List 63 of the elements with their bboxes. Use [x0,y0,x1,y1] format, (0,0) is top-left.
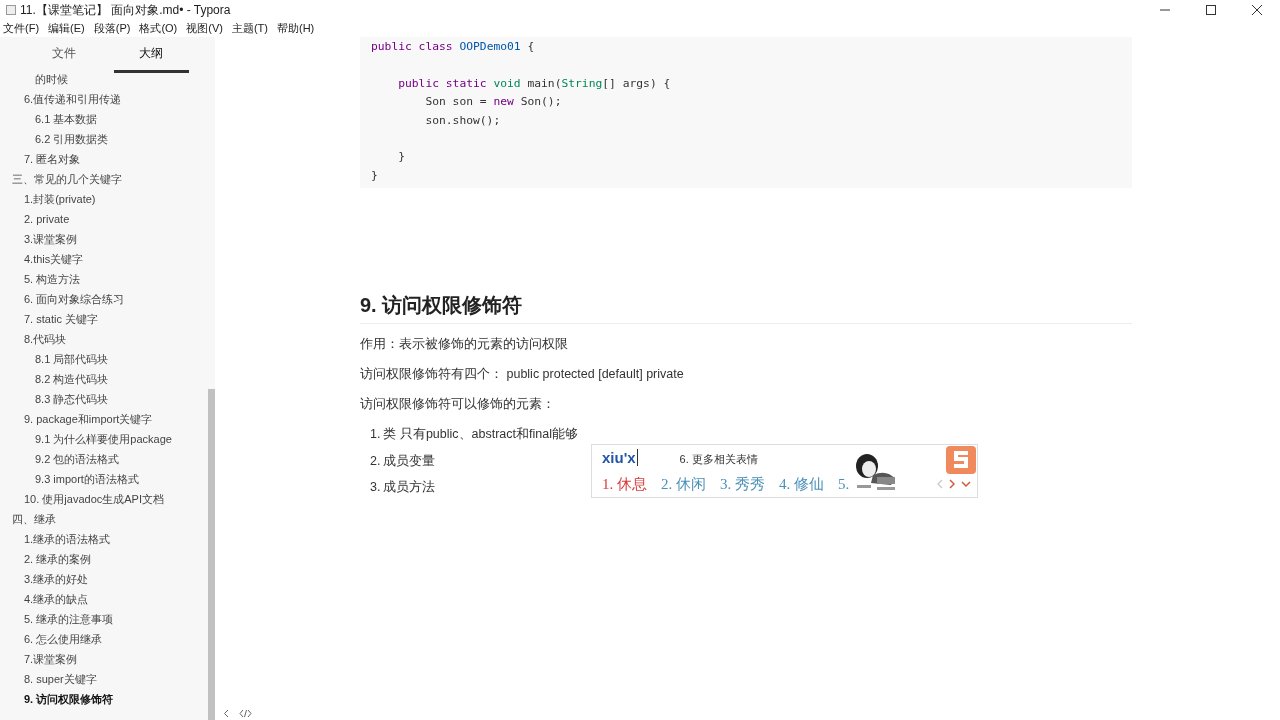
menu-item[interactable]: 主题(T) [231,21,268,36]
list-number: 2. [370,452,381,470]
outline-item[interactable]: 3.继承的好处 [0,569,206,589]
outline-item[interactable]: 9. 访问权限修饰符 [0,689,206,709]
ime-candidate[interactable]: 1. 休息 [602,475,647,494]
paragraph: 访问权限修饰符有四个： public protected [default] private [360,367,684,381]
outline-item[interactable]: 7. 匿名对象 [0,149,206,169]
list-item: 成员变量 [383,452,436,470]
chevron-down-icon[interactable] [961,479,971,489]
outline-item[interactable]: 四、继承 [0,509,206,529]
paragraph: 作用：表示被修饰的元素的访问权限 [360,337,568,351]
list-number: 3. [370,479,381,496]
outline-item[interactable]: 6.值传递和引用传递 [0,89,206,109]
menu-item[interactable]: 段落(P) [93,21,131,36]
outline-item[interactable]: 7.课堂案例 [0,649,206,669]
outline-item[interactable]: 9.3 import的语法格式 [0,469,206,489]
outline-item[interactable]: 6. 怎么使用继承 [0,629,206,649]
paragraph: 访问权限修饰符可以修饰的元素： [360,397,555,411]
menu-item[interactable]: 编辑(E) [48,21,85,36]
app-icon [6,5,16,15]
code-block: public class OOPDemo01 { public static void main(String[] args) { Son son = new Son(); son.show(); } } [360,37,1132,188]
section-heading: 9. 访问权限修饰符 [360,292,1132,324]
outline-item[interactable]: 4.this关键字 [0,249,206,269]
outline-item[interactable]: 2. 继承的案例 [0,549,206,569]
ime-candidate[interactable]: 2. 休闲 [661,475,706,494]
outline-item[interactable]: 6. 面向对象综合练习 [0,289,206,309]
window-title: 11.【课堂笔记】 面向对象.md• - Typora [20,1,232,19]
outline-item[interactable]: 9.2 包的语法格式 [0,449,206,469]
ime-candidate[interactable]: 3. 秀秀 [720,475,765,494]
menu-item[interactable]: 视图(V) [186,21,223,36]
list-item: 成员方法 [383,479,436,496]
list-item: 类 只有public、abstract和final能够 [383,426,578,443]
outline-item[interactable]: 1.封装(private) [0,189,206,209]
outline-item[interactable]: 5. 构造方法 [0,269,206,289]
code-icon[interactable] [239,708,252,718]
outline-item[interactable]: 8.2 构造代码块 [0,369,206,389]
outline-item[interactable]: 8. super关键字 [0,669,206,689]
sidebar-tab[interactable]: 大纲 [113,37,189,73]
outline-item[interactable]: 4.继承的缺点 [0,589,206,609]
scrollbar-thumb[interactable] [208,389,215,720]
outline-item[interactable]: 8.3 静态代码块 [0,389,206,409]
menu-item[interactable]: 文件(F) [3,21,40,36]
outline-item[interactable]: 9.1 为什么样要使用package [0,429,206,449]
menu-item[interactable]: 格式(O) [139,21,178,36]
outline-item[interactable]: 5. 继承的注意事项 [0,609,206,629]
outline-item[interactable]: 1.继承的语法格式 [0,529,206,549]
list-number: 1. [370,426,381,443]
ime-hint[interactable]: 6. 更多相关表情 [679,452,758,467]
outline-item[interactable]: 2. private [0,209,206,229]
outline-item[interactable]: 6.2 引用数据类 [0,129,206,149]
outline-item[interactable]: 3.课堂案例 [0,229,206,249]
outline-item[interactable]: 6.1 基本数据 [0,109,206,129]
chevron-left-icon[interactable] [223,708,229,718]
outline-item[interactable]: 7. static 关键字 [0,309,206,329]
menu-item[interactable]: 帮助(H) [277,21,315,36]
outline-item[interactable]: 9. package和import关键字 [0,409,206,429]
ime-candidate[interactable]: 5. [838,476,850,493]
chevron-right-icon[interactable] [949,479,955,489]
ime-candidate[interactable]: 4. 修仙 [779,475,824,494]
outline-item[interactable]: 8.1 局部代码块 [0,349,206,369]
outline-item[interactable]: 10. 使用javadoc生成API文档 [0,489,206,509]
outline-item[interactable]: 8.代码块 [0,329,206,349]
outline-item[interactable]: 三、常见的几个关键字 [0,169,206,189]
